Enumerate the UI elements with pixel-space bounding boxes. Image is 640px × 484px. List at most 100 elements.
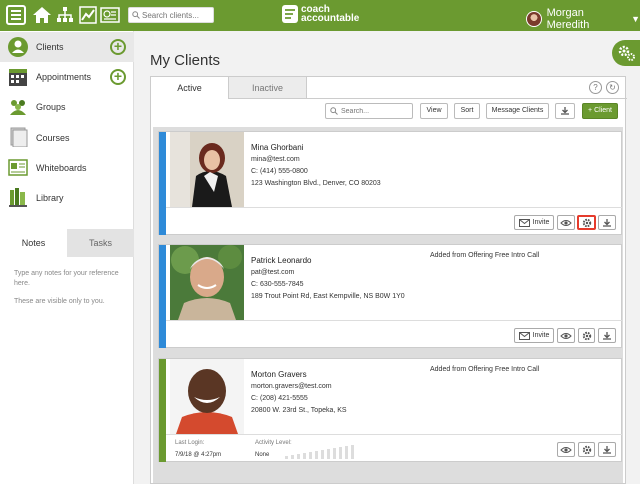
- invite-label: Invite: [532, 332, 550, 339]
- last-login-label: Last Login:: [175, 440, 205, 446]
- tab-divider: [307, 98, 627, 99]
- chevron-down-icon: ▼: [631, 14, 640, 24]
- sort-button[interactable]: Sort: [454, 103, 480, 119]
- add-client-icon[interactable]: +: [110, 39, 126, 55]
- search-icon: [132, 11, 140, 19]
- search-icon: [330, 107, 338, 115]
- sidebar-item-label: Groups: [36, 102, 66, 112]
- invite-label: Invite: [532, 219, 550, 226]
- add-appointment-icon[interactable]: +: [110, 69, 126, 85]
- client-search[interactable]: [128, 7, 214, 23]
- last-login-value: 7/9/18 @ 4:27pm: [175, 452, 222, 458]
- client-address: 123 Washington Blvd., Denver, CO 80203: [251, 180, 381, 187]
- tab-inactive[interactable]: Inactive: [229, 77, 307, 99]
- client-photo: [170, 132, 244, 207]
- top-bar: coachaccountable Morgan Meredith ▼: [0, 0, 640, 31]
- sidebar-item-whiteboards[interactable]: Whiteboards: [0, 153, 134, 183]
- logo-line-2: accountable: [301, 13, 360, 24]
- gear-icon: [582, 445, 591, 454]
- client-address: 20800 W. 23rd St., Topeka, KS: [251, 407, 347, 414]
- client-download-button[interactable]: [598, 215, 616, 230]
- status-stripe: [159, 132, 166, 235]
- client-card[interactable]: Mina Ghorbani mina@test.com C: (414) 555…: [158, 131, 622, 235]
- card-divider: [166, 434, 622, 435]
- client-card[interactable]: Patrick Leonardo pat@test.com C: 630-555…: [158, 244, 622, 348]
- view-as-client-button[interactable]: [557, 442, 575, 457]
- sidebar-item-label: Appointments: [36, 72, 92, 82]
- logo-mark-icon: [282, 5, 298, 23]
- client-phone: C: 630-555-7845: [251, 281, 304, 288]
- home-icon[interactable]: [31, 4, 53, 26]
- client-settings-button[interactable]: [577, 215, 596, 230]
- download-button[interactable]: [555, 103, 575, 119]
- client-email[interactable]: morton.gravers@test.com: [251, 381, 347, 393]
- whiteboard-icon: [8, 159, 28, 176]
- client-info: Morton Gravers morton.gravers@test.com C…: [251, 369, 347, 417]
- help-icon[interactable]: ?: [589, 81, 602, 94]
- client-search-input[interactable]: [142, 8, 214, 22]
- client-photo: [170, 359, 244, 434]
- sidebar-item-label: Clients: [36, 42, 64, 52]
- view-as-client-button[interactable]: [557, 215, 575, 230]
- clients-panel: Active Inactive ? ↻ View Sort Message Cl…: [150, 76, 627, 484]
- tab-active[interactable]: Active: [151, 77, 229, 99]
- sidebar-item-appointments[interactable]: Appointments +: [0, 62, 134, 92]
- progress-chart-icon[interactable]: [77, 4, 99, 26]
- client-name[interactable]: Mina Ghorbani: [251, 142, 381, 154]
- activity-bars: [285, 445, 354, 459]
- eye-icon: [560, 332, 572, 339]
- notes-tasks-tabs: Notes Tasks: [0, 229, 134, 257]
- sidebar-item-clients[interactable]: Clients +: [0, 32, 134, 62]
- notes-hint[interactable]: Type any notes for your reference here.: [14, 269, 124, 289]
- list-search[interactable]: [325, 103, 413, 119]
- tab-notes[interactable]: Notes: [0, 229, 67, 257]
- client-settings-button[interactable]: [578, 328, 595, 343]
- refresh-icon[interactable]: ↻: [606, 81, 619, 94]
- client-card[interactable]: Morton Gravers morton.gravers@test.com C…: [158, 358, 622, 462]
- client-email[interactable]: pat@test.com: [251, 267, 405, 279]
- client-phone: C: (208) 421-5555: [251, 395, 308, 402]
- client-address: 189 Trout Point Rd, East Kempville, NS B…: [251, 293, 405, 300]
- download-icon: [603, 218, 611, 227]
- sidebar: Clients + Appointments + Groups Courses …: [0, 31, 134, 484]
- clients-icon: [8, 37, 28, 57]
- client-info: Mina Ghorbani mina@test.com C: (414) 555…: [251, 142, 381, 190]
- whiteboard-icon[interactable]: [99, 4, 121, 26]
- client-download-button[interactable]: [598, 442, 616, 457]
- user-name: Morgan Meredith: [546, 7, 590, 31]
- sidebar-item-label: Whiteboards: [36, 163, 87, 173]
- org-chart-icon[interactable]: [54, 4, 76, 26]
- settings-gear-button[interactable]: [612, 40, 640, 66]
- gear-icon: [582, 331, 591, 340]
- sidebar-item-label: Library: [36, 193, 64, 203]
- client-name[interactable]: Morton Gravers: [251, 369, 347, 381]
- gear-icon: [582, 218, 591, 227]
- avatar: [526, 11, 542, 27]
- client-settings-button[interactable]: [578, 442, 595, 457]
- client-email[interactable]: mina@test.com: [251, 154, 381, 166]
- client-source-note: Added from Offering Free Intro Call: [430, 252, 540, 259]
- view-as-client-button[interactable]: [557, 328, 575, 343]
- download-icon: [603, 445, 611, 454]
- invite-button[interactable]: Invite: [514, 328, 554, 343]
- status-stripe: [159, 245, 166, 348]
- client-source-note: Added from Offering Free Intro Call: [430, 366, 540, 373]
- sidebar-item-label: Courses: [36, 133, 70, 143]
- view-button[interactable]: View: [420, 103, 448, 119]
- add-client-button[interactable]: + Client: [582, 103, 618, 119]
- client-name[interactable]: Patrick Leonardo: [251, 255, 405, 267]
- client-download-button[interactable]: [598, 328, 616, 343]
- list-search-input[interactable]: [341, 104, 411, 118]
- invite-button[interactable]: Invite: [514, 215, 554, 230]
- status-stripe: [159, 359, 166, 462]
- envelope-icon: [518, 331, 530, 340]
- sidebar-item-groups[interactable]: Groups: [0, 92, 134, 122]
- tab-tasks[interactable]: Tasks: [67, 229, 134, 257]
- menu-icon[interactable]: [6, 5, 26, 25]
- message-clients-button[interactable]: Message Clients: [486, 103, 549, 119]
- notes-visibility-hint: These are visible only to you.: [14, 298, 105, 305]
- sidebar-item-library[interactable]: Library: [0, 183, 134, 213]
- sidebar-item-courses[interactable]: Courses: [0, 123, 134, 153]
- user-menu[interactable]: Morgan Meredith ▼: [526, 7, 640, 31]
- groups-icon: [10, 100, 26, 115]
